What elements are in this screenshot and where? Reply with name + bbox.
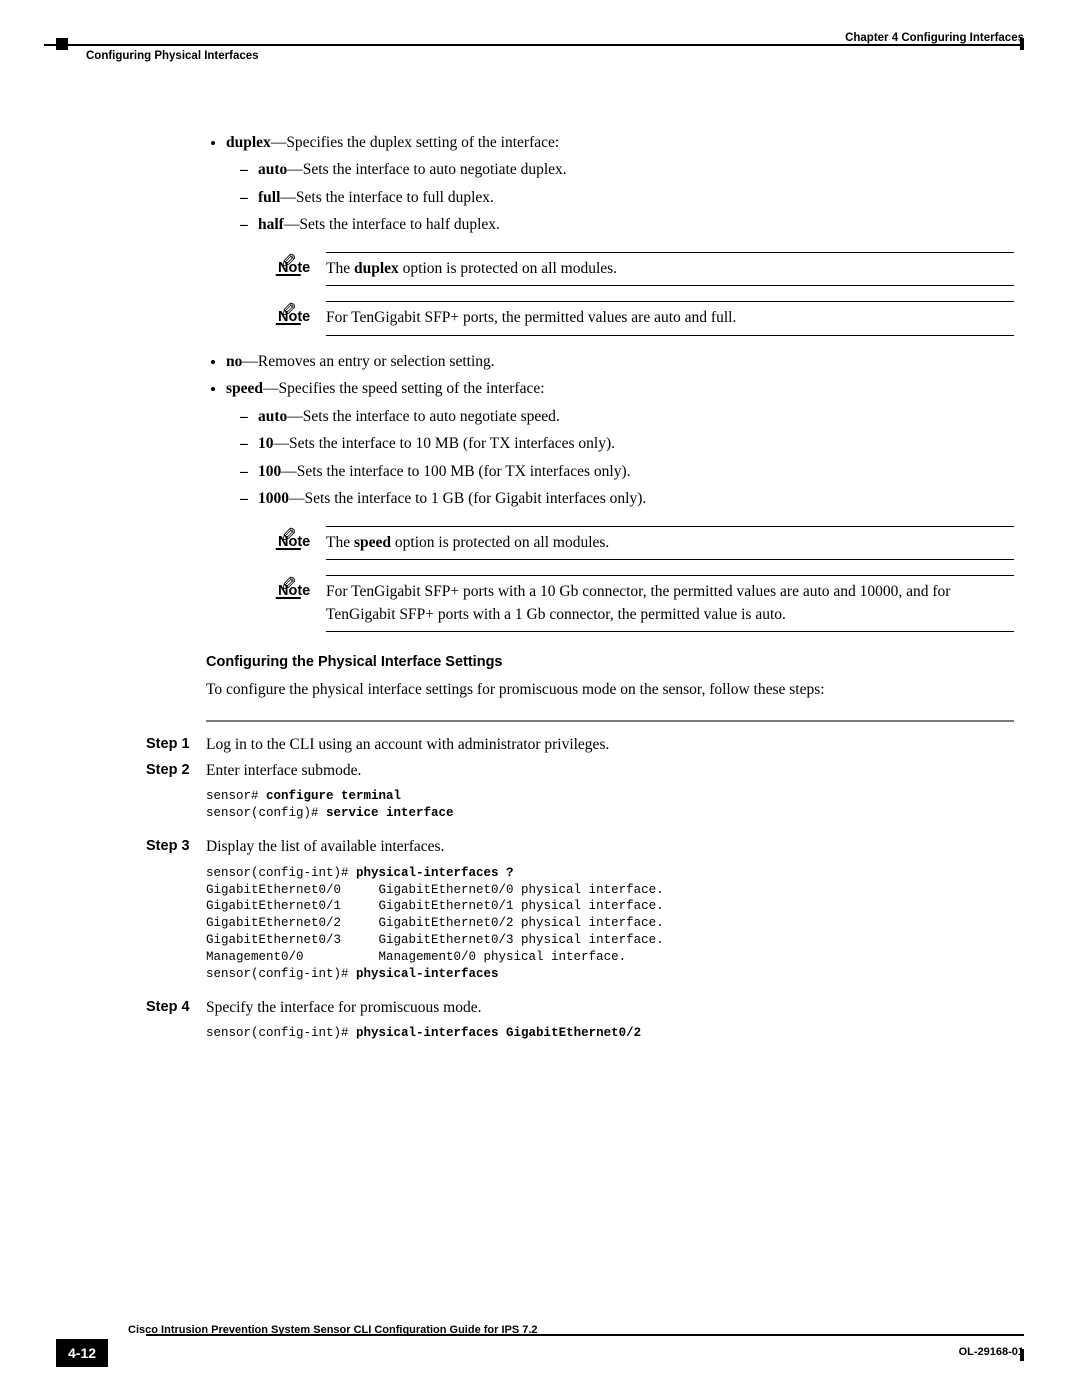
code-step3: sensor(config-int)# physical-interfaces … [206,865,1014,983]
subsection-heading: Configuring the Physical Interface Setti… [206,652,1014,673]
step-2: Step 2 Enter interface submode. sensor# … [206,760,1014,832]
note-speed-protected: ✎ Note The speed option is protected on … [276,526,1014,560]
note-tengig-duplex: ✎ Note For TenGigabit SFP+ ports, the pe… [276,301,1014,335]
note-tengig-speed: ✎ Note For TenGigabit SFP+ ports with a … [276,575,1014,632]
note-duplex-protected: ✎ Note The duplex option is protected on… [276,252,1014,286]
step-3: Step 3 Display the list of available int… [206,836,1014,993]
page-footer: 4-12 Cisco Intrusion Prevention System S… [56,1334,1024,1367]
subsection-intro: To configure the physical interface sett… [206,679,1014,701]
page-number: 4-12 [56,1339,108,1367]
steps-separator [206,720,1014,722]
code-step4: sensor(config-int)# physical-interfaces … [206,1025,1014,1042]
step-1: Step 1 Log in to the CLI using an accoun… [206,734,1014,756]
bullet-speed: speed—Specifies the speed setting of the… [226,378,1014,632]
bullet-no: no—Removes an entry or selection setting… [226,351,1014,373]
step-4: Step 4 Specify the interface for promisc… [206,997,1014,1052]
code-step2: sensor# configure terminal sensor(config… [206,788,1014,822]
header-section: Configuring Physical Interfaces [86,48,259,65]
page-content: duplex—Specifies the duplex setting of t… [206,132,1014,1052]
page-header: Chapter 4 Configuring Interfaces Configu… [56,30,1024,62]
bullet-duplex: duplex—Specifies the duplex setting of t… [226,132,1014,336]
footer-guide-title: Cisco Intrusion Prevention System Sensor… [128,1323,959,1339]
footer-doc-number: OL-29168-01 [959,1345,1024,1361]
